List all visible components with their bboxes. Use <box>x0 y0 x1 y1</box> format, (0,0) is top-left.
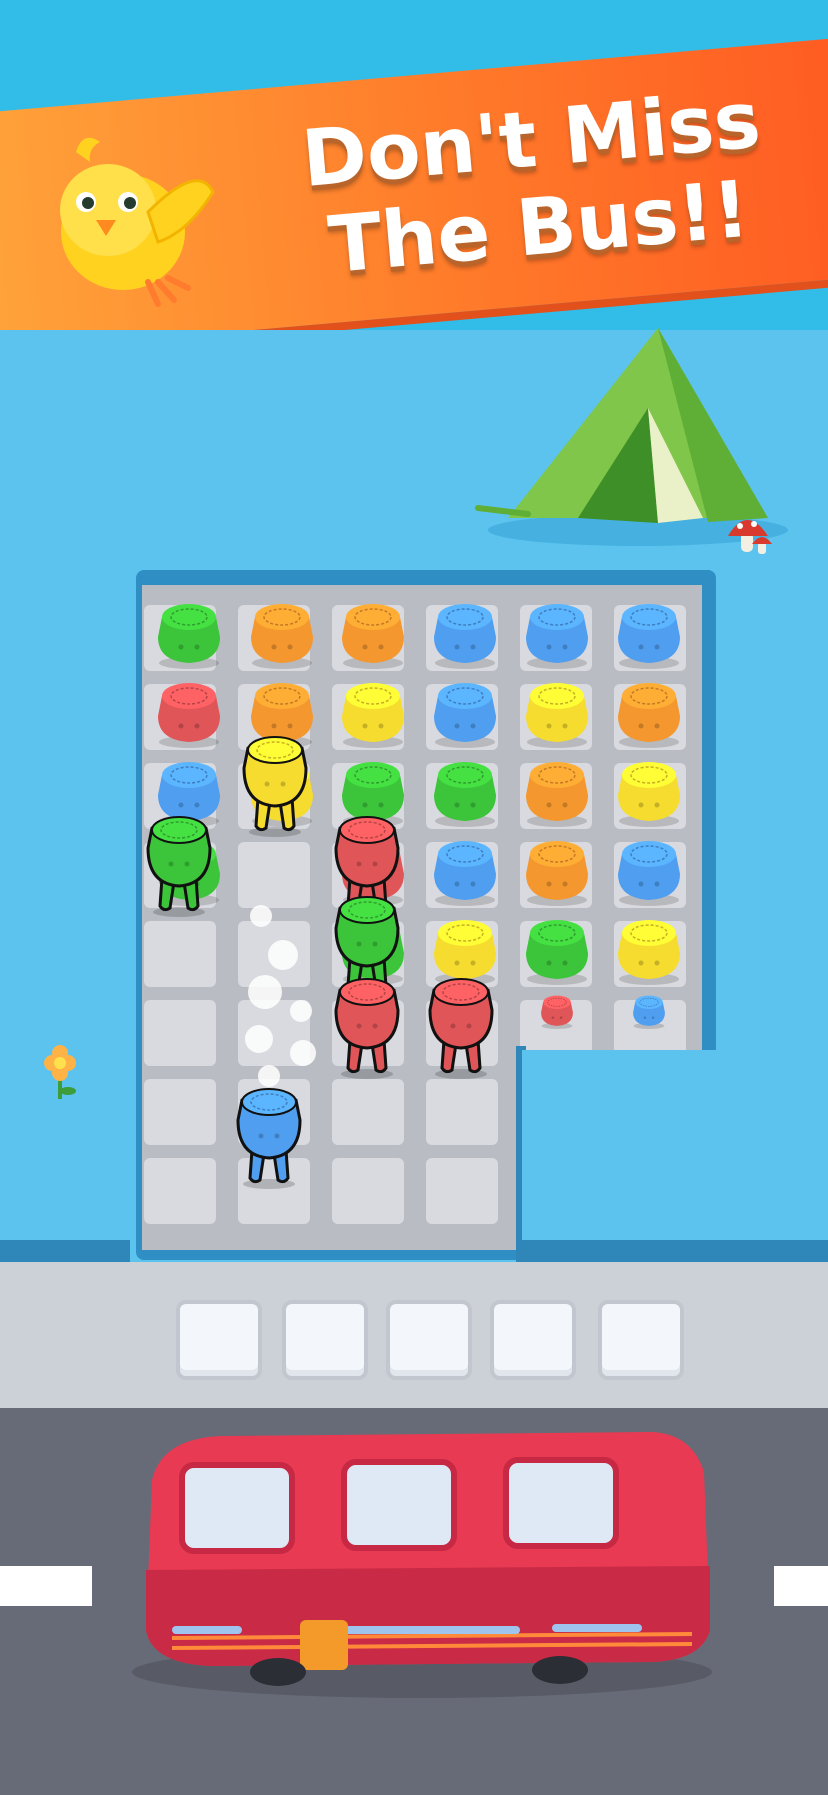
passenger-green[interactable] <box>520 913 594 987</box>
passenger-orange[interactable] <box>612 676 686 750</box>
passenger-red[interactable] <box>152 676 226 750</box>
passenger-blue[interactable] <box>520 597 594 671</box>
lane-marking <box>774 1566 828 1606</box>
board-tile <box>426 1158 498 1224</box>
board-tile <box>144 1158 216 1224</box>
standing-passenger-blue[interactable] <box>232 1080 306 1190</box>
passenger-blue[interactable] <box>612 834 686 908</box>
dust-puff <box>245 1025 273 1053</box>
dust-puff <box>290 1000 312 1022</box>
board-tile <box>332 1158 404 1224</box>
board-tile <box>144 921 216 987</box>
dust-puff <box>250 905 272 927</box>
flower-icon <box>38 1043 86 1103</box>
mushroom-icon <box>724 510 774 558</box>
passenger-orange[interactable] <box>336 597 410 671</box>
passenger-yellow[interactable] <box>336 676 410 750</box>
chick-mascot-icon <box>28 122 218 312</box>
standing-passenger-red[interactable] <box>424 970 498 1080</box>
passenger-yellow[interactable] <box>612 913 686 987</box>
passenger-blue[interactable] <box>428 676 502 750</box>
waiting-slot <box>490 1300 576 1380</box>
passenger-yellow[interactable] <box>612 755 686 829</box>
waiting-slot <box>598 1300 684 1380</box>
waiting-slot <box>282 1300 368 1380</box>
dust-puff <box>258 1065 280 1087</box>
lane-marking <box>0 1566 92 1606</box>
board-tile <box>332 1079 404 1145</box>
standing-passenger-green[interactable] <box>142 808 216 918</box>
passenger-red[interactable] <box>520 992 594 1030</box>
waiting-slot <box>386 1300 472 1380</box>
passenger-green[interactable] <box>428 755 502 829</box>
passenger-orange[interactable] <box>520 755 594 829</box>
board-cutout <box>522 1050 828 1260</box>
board-tile <box>426 1079 498 1145</box>
standing-passenger-red[interactable] <box>330 970 404 1080</box>
board-tile <box>144 1000 216 1066</box>
board-tile <box>238 842 310 908</box>
bus[interactable] <box>132 1420 712 1700</box>
waiting-slot <box>176 1300 262 1380</box>
passenger-yellow[interactable] <box>520 676 594 750</box>
passenger-orange[interactable] <box>245 597 319 671</box>
passenger-blue[interactable] <box>428 597 502 671</box>
passenger-orange[interactable] <box>520 834 594 908</box>
standing-passenger-yellow[interactable] <box>238 728 312 838</box>
dust-puff <box>290 1040 316 1066</box>
passenger-blue[interactable] <box>428 834 502 908</box>
passenger-blue[interactable] <box>612 992 686 1030</box>
board-tile <box>144 1079 216 1145</box>
dust-puff <box>268 940 298 970</box>
passenger-blue[interactable] <box>612 597 686 671</box>
passenger-green[interactable] <box>152 597 226 671</box>
dust-puff <box>248 975 282 1009</box>
